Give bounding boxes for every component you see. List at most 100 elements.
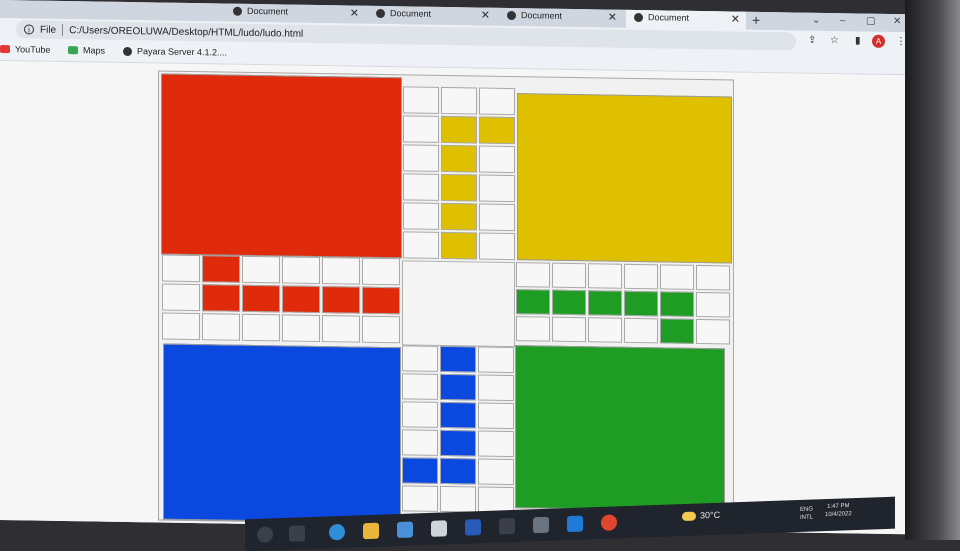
board-cell-green: [660, 318, 694, 344]
board-cell: [402, 345, 438, 372]
language-indicator[interactable]: ENG INTL: [800, 506, 813, 522]
board-cell: [696, 291, 730, 318]
divider: [62, 23, 64, 36]
calculator-icon[interactable]: [533, 516, 549, 534]
home-green: [515, 345, 725, 512]
board-cell: [478, 458, 514, 486]
bookmark-youtube[interactable]: YouTube: [0, 44, 50, 55]
board-cell: [322, 257, 360, 285]
board-cell: [242, 255, 280, 284]
board-cell-blue: [440, 345, 476, 373]
edge-icon[interactable]: [329, 523, 345, 541]
home-blue: [163, 343, 401, 524]
close-icon[interactable]: ✕: [481, 9, 490, 22]
board-cell-red: [282, 285, 320, 314]
board-cell: [479, 232, 515, 261]
browser-tab[interactable]: Document ✕: [368, 2, 496, 26]
board-cell: [479, 87, 515, 116]
board-cell: [588, 263, 622, 289]
star-icon[interactable]: ☆: [830, 35, 839, 46]
screen: Document ✕ Document ✕ Document ✕ Documen…: [0, 0, 910, 535]
board-cell-blue: [440, 457, 476, 485]
chevron-down-icon[interactable]: ⌄: [812, 15, 820, 26]
minimize-icon[interactable]: –: [840, 15, 846, 26]
maps-icon: [68, 46, 78, 55]
task-view-icon[interactable]: [289, 525, 305, 542]
close-window-icon[interactable]: ✕: [893, 16, 901, 27]
monitor-bezel: [905, 0, 960, 540]
close-icon[interactable]: ✕: [731, 12, 740, 25]
avatar[interactable]: A: [872, 34, 885, 48]
board-cell: [202, 313, 240, 341]
board-cell: [162, 312, 200, 341]
board-cell: [660, 264, 694, 290]
board-cell-red: [322, 286, 360, 314]
bookmark-label: Maps: [83, 45, 106, 56]
board-cell: [440, 485, 476, 513]
board-cell: [696, 264, 730, 291]
info-icon[interactable]: i: [24, 24, 34, 35]
app-icon[interactable]: [499, 517, 515, 535]
bookmark-maps[interactable]: Maps: [68, 45, 105, 56]
home-yellow: [517, 93, 732, 264]
board-cell: [441, 86, 477, 115]
sidebar-icon[interactable]: ▮: [855, 35, 861, 46]
board-cell: [162, 254, 200, 283]
globe-icon: [233, 6, 242, 16]
board-cell: [552, 316, 586, 343]
board-cell-green: [552, 289, 586, 316]
board-cell: [162, 283, 200, 312]
url-text[interactable]: C:/Users/OREOLUWA/Desktop/HTML/ludo/ludo…: [69, 25, 303, 40]
close-icon[interactable]: ✕: [350, 6, 359, 19]
store-icon[interactable]: [397, 521, 413, 539]
board-cell: [282, 314, 320, 343]
new-tab-button[interactable]: +: [752, 12, 760, 28]
word-icon[interactable]: [465, 519, 481, 536]
vscode-icon[interactable]: [567, 515, 583, 533]
board-cell-green: [660, 291, 694, 317]
globe-icon: [376, 8, 385, 18]
board-cell: [282, 256, 320, 285]
board-center: [402, 260, 515, 348]
clock[interactable]: 1:47 PM 10/4/2022: [825, 502, 852, 519]
board-cell: [478, 374, 514, 402]
board-cell-blue: [402, 457, 438, 484]
board-cell: [322, 315, 360, 343]
board-cell: [478, 430, 514, 458]
globe-icon: [507, 10, 516, 20]
globe-icon: [123, 46, 132, 56]
bookmark-payara[interactable]: Payara Server 4.1.2....: [123, 46, 227, 58]
search-icon[interactable]: [257, 526, 273, 543]
browser-tab[interactable]: Document ✕: [225, 0, 365, 24]
maximize-icon[interactable]: ▢: [866, 16, 875, 27]
weather-temp: 30°C: [700, 509, 721, 521]
board-cell: [479, 145, 515, 174]
board-cell: [403, 231, 439, 259]
mail-icon[interactable]: [431, 520, 447, 537]
board-cell-yellow: [479, 116, 515, 145]
board-cell: [403, 173, 439, 201]
browser-tab-active[interactable]: Document ✕: [626, 5, 746, 30]
tab-title: Document: [648, 12, 690, 23]
share-icon[interactable]: ⇪: [808, 35, 816, 46]
file-explorer-icon[interactable]: [363, 522, 379, 540]
board-cell-yellow: [441, 144, 477, 173]
browser-tab[interactable]: Document ✕: [499, 4, 623, 28]
board-cell: [402, 485, 438, 512]
board-cell: [552, 262, 586, 289]
scheme-label: File: [40, 24, 57, 36]
board-cell-red: [202, 284, 240, 312]
board-cell-blue: [440, 429, 476, 457]
board-cell-yellow: [441, 231, 477, 260]
board-cell: [516, 262, 550, 288]
board-cell-yellow: [441, 115, 477, 144]
board-cell: [362, 315, 400, 344]
region-label: INTL: [800, 514, 814, 521]
chrome-icon[interactable]: [601, 514, 617, 531]
close-icon[interactable]: ✕: [608, 11, 617, 24]
tab-title: Document: [521, 10, 563, 21]
board-cell: [403, 115, 439, 143]
board-cell-green: [588, 290, 622, 316]
board-cell-blue: [440, 401, 476, 429]
weather-widget[interactable]: 30°C: [682, 510, 720, 521]
